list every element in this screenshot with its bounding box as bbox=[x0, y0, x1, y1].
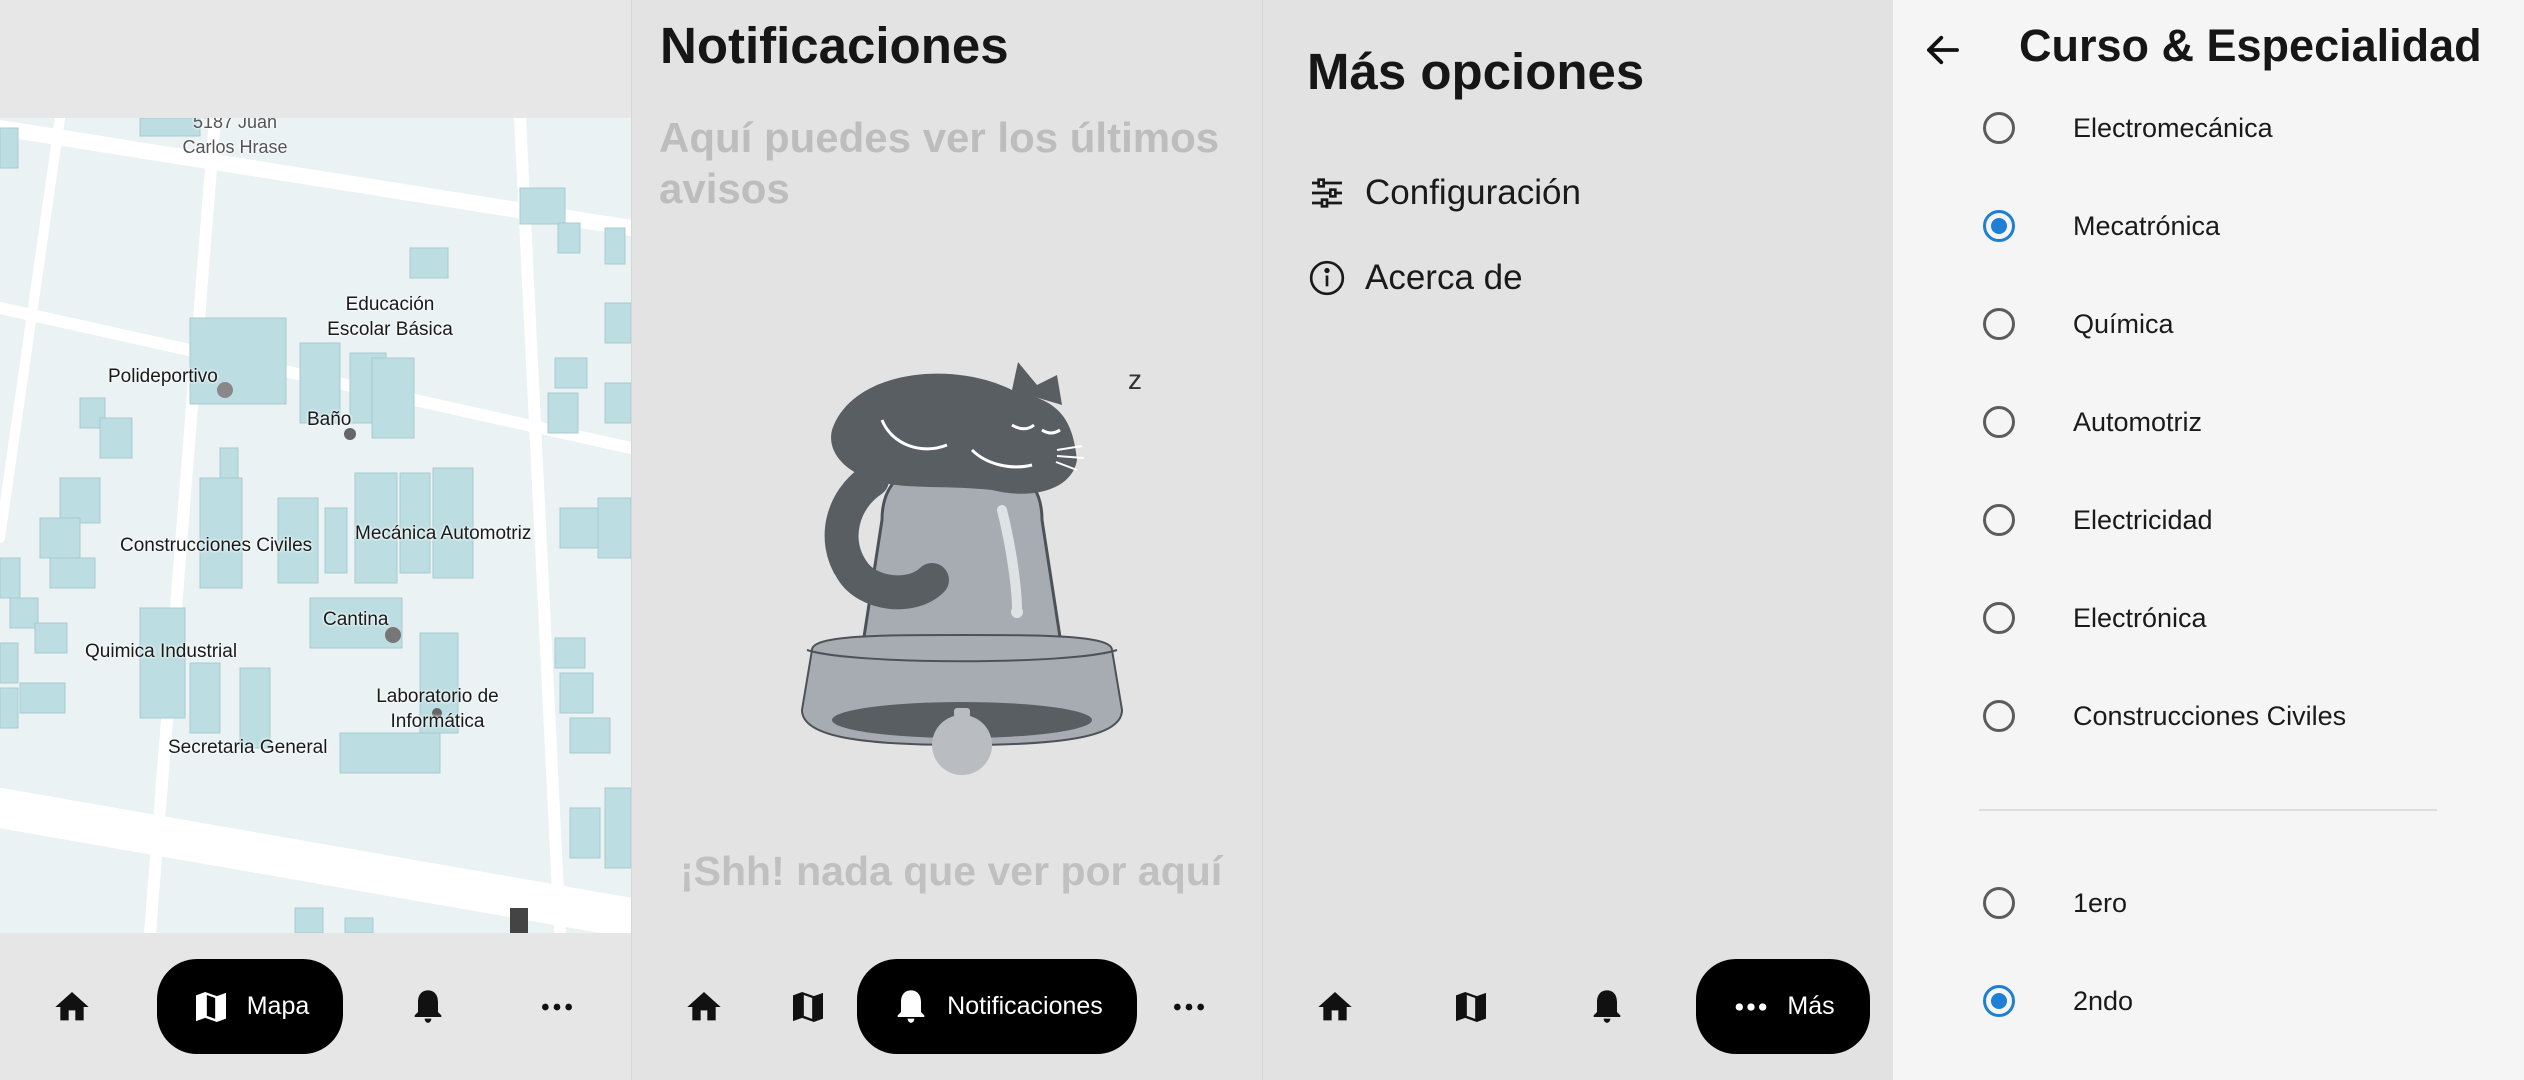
radio-label: Construcciones Civiles bbox=[2073, 700, 2347, 731]
back-button[interactable] bbox=[1915, 22, 1971, 78]
map-screen: 5187 Juan Carlos Hrase Educación Escolar… bbox=[0, 0, 631, 1080]
radio-label: 2ndo bbox=[2073, 985, 2134, 1016]
more-dots-icon bbox=[1174, 1003, 1204, 1011]
map-label-quimica-industrial[interactable]: Quimica Industrial bbox=[85, 639, 237, 664]
bottom-nav: Mapa bbox=[0, 933, 631, 1080]
radio-button[interactable] bbox=[1983, 406, 2015, 438]
page-title: Curso & Especialidad bbox=[2019, 20, 2482, 71]
nav-notifications-active[interactable]: Notificaciones bbox=[857, 959, 1137, 1054]
nav-more-label: Más bbox=[1787, 992, 1835, 1020]
nav-map[interactable] bbox=[1447, 975, 1495, 1039]
sleeping-cat-bell-illustration bbox=[772, 350, 1152, 785]
map-label-polideportivo[interactable]: Polideportivo bbox=[108, 364, 218, 389]
nav-map-label: Mapa bbox=[246, 992, 310, 1020]
bell-icon bbox=[1593, 990, 1621, 1023]
street-label: 5187 Juan Carlos Hrase bbox=[182, 118, 288, 157]
map-label-cantina[interactable]: Cantina bbox=[323, 607, 389, 632]
menu-item-acerca-de[interactable]: Acerca de bbox=[1307, 254, 1523, 302]
info-icon bbox=[1309, 260, 1345, 296]
map-canvas bbox=[0, 118, 631, 933]
bell-icon bbox=[414, 990, 442, 1023]
sliders-icon bbox=[1312, 178, 1342, 208]
map-label-mecanica-automotriz[interactable]: Mecánica Automotriz bbox=[355, 521, 531, 546]
radio-button[interactable] bbox=[1983, 602, 2015, 634]
radio-label: 1ero bbox=[2073, 887, 2128, 918]
radio-button[interactable] bbox=[1983, 700, 2015, 732]
bottom-nav: Más bbox=[1263, 933, 1893, 1080]
course-specialty-screen: Curso & Especialidad Electromecánica Meca… bbox=[1893, 0, 2524, 1080]
radio-button-selected[interactable] bbox=[1983, 985, 2015, 1017]
nav-notifications[interactable] bbox=[404, 975, 452, 1039]
radio-label: Química bbox=[2073, 308, 2174, 339]
map-label-secretaria[interactable]: Secretaria General bbox=[168, 735, 327, 760]
section-divider bbox=[1979, 809, 2437, 811]
home-icon bbox=[1318, 992, 1352, 1021]
nav-more-active[interactable]: Más bbox=[1696, 959, 1870, 1054]
nav-notifications-label: Notificaciones bbox=[947, 992, 1103, 1020]
bottom-nav: Notificaciones bbox=[632, 933, 1262, 1080]
radio-button[interactable] bbox=[1983, 887, 2015, 919]
radio-button[interactable] bbox=[1983, 308, 2015, 340]
map-view[interactable]: 5187 Juan Carlos Hrase Educación Escolar… bbox=[0, 118, 631, 933]
radio-button-selected[interactable] bbox=[1983, 210, 2015, 242]
menu-item-label: Acerca de bbox=[1365, 258, 1523, 297]
menu-item-label: Configuración bbox=[1365, 173, 1581, 212]
radio-option[interactable]: Construcciones Civiles bbox=[1983, 688, 2346, 744]
radio-label: Mecatrónica bbox=[2073, 210, 2221, 241]
map-top-bar bbox=[0, 0, 631, 118]
home-icon bbox=[687, 992, 721, 1021]
home-icon bbox=[55, 992, 89, 1021]
more-options-screen: Más opciones Configuración Acerca de Más bbox=[1262, 0, 1893, 1080]
nav-more[interactable] bbox=[1165, 975, 1213, 1039]
more-dots-icon bbox=[542, 1003, 572, 1011]
page-subtitle: Aquí puedes ver los últimos avisos bbox=[659, 114, 1220, 212]
arrow-left-icon bbox=[1927, 35, 1959, 65]
map-label-educacion[interactable]: Educación Escolar Básica bbox=[325, 292, 455, 342]
page-title: Notificaciones bbox=[660, 17, 1009, 74]
radio-label: Automotriz bbox=[2073, 406, 2203, 437]
nav-map[interactable] bbox=[784, 975, 832, 1039]
notifications-screen: Notificaciones Aquí puedes ver los últim… bbox=[631, 0, 1262, 1080]
nav-more[interactable] bbox=[533, 975, 581, 1039]
map-icon bbox=[1456, 992, 1486, 1022]
radio-button[interactable] bbox=[1983, 112, 2015, 144]
radio-option[interactable]: 1ero bbox=[1983, 875, 2127, 931]
page-title: Más opciones bbox=[1307, 43, 1645, 100]
sleep-z-text: z bbox=[1128, 364, 1142, 395]
radio-option[interactable]: Química bbox=[1983, 296, 2174, 352]
radio-option[interactable]: Mecatrónica bbox=[1983, 198, 2220, 254]
nav-home[interactable] bbox=[1311, 975, 1359, 1039]
bell-icon bbox=[897, 989, 925, 1023]
radio-label: Electricidad bbox=[2073, 504, 2213, 535]
nav-home[interactable] bbox=[48, 975, 96, 1039]
empty-state-message: ¡Shh! nada que ver por aquí bbox=[680, 848, 1223, 894]
radio-label: Electromecánica bbox=[2073, 112, 2273, 143]
map-label-laboratorio[interactable]: Laboratorio de Informática bbox=[370, 684, 505, 734]
map-icon bbox=[793, 992, 823, 1022]
nav-map-active[interactable]: Mapa bbox=[157, 959, 343, 1054]
radio-option[interactable]: Automotriz bbox=[1983, 394, 2202, 450]
radio-label: Electrónica bbox=[2073, 602, 2207, 633]
map-label-construcciones-civiles[interactable]: Construcciones Civiles bbox=[120, 533, 312, 558]
map-icon bbox=[195, 991, 226, 1022]
menu-item-configuracion[interactable]: Configuración bbox=[1307, 169, 1581, 217]
nav-home[interactable] bbox=[680, 975, 728, 1039]
radio-option[interactable]: Electricidad bbox=[1983, 492, 2213, 548]
radio-button[interactable] bbox=[1983, 504, 2015, 536]
nav-notifications[interactable] bbox=[1583, 975, 1631, 1039]
radio-option[interactable]: Electromecánica bbox=[1983, 100, 2273, 156]
radio-option[interactable]: 2ndo bbox=[1983, 973, 2133, 1029]
more-dots-icon bbox=[1736, 1002, 1767, 1011]
map-label-bano[interactable]: Baño bbox=[307, 407, 351, 432]
radio-option[interactable]: Electrónica bbox=[1983, 590, 2207, 646]
